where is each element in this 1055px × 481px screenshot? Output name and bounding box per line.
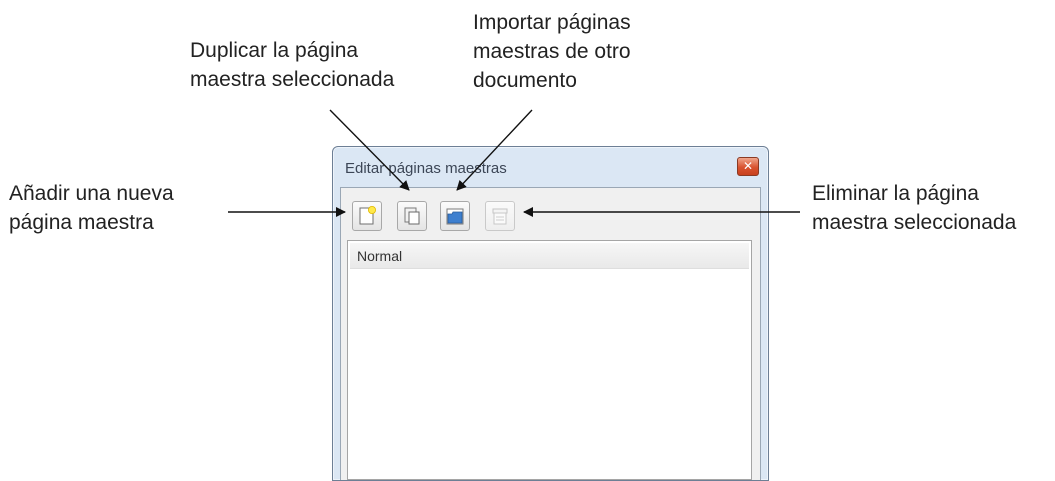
arrow-import [456,109,533,191]
annotation-arrows [228,109,800,217]
arrow-duplicate [329,109,410,191]
